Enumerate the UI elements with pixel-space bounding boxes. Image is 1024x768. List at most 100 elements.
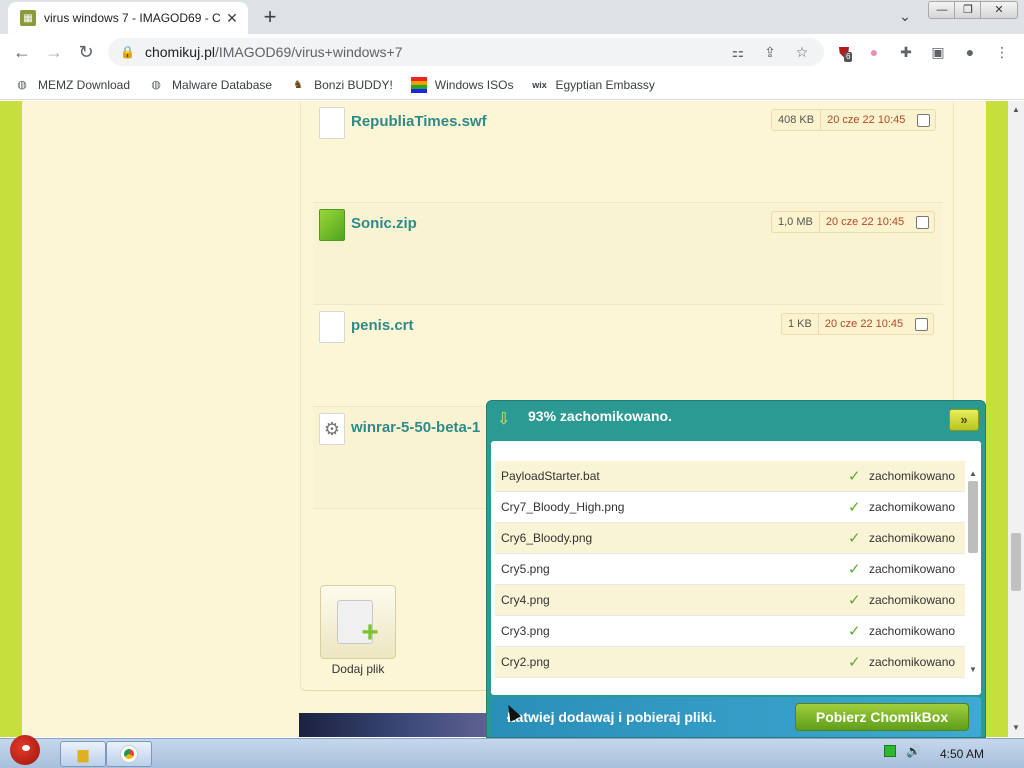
bookmark-windows-isos[interactable]: Windows ISOs [410, 76, 514, 93]
settings-file-icon: ⚙ [319, 413, 345, 445]
file-select-checkbox[interactable] [910, 212, 934, 232]
windows-flag-icon [410, 76, 427, 93]
checkmark-icon: ✓ [848, 499, 861, 516]
file-date: 20 cze 22 10:45 [827, 114, 906, 126]
tab-search-icon[interactable]: ⌄ [895, 8, 915, 28]
list-item: Cry5.png ✓ zachomikowano [495, 554, 965, 585]
globe-icon: ◍ [17, 79, 27, 91]
back-arrow-icon[interactable]: ← [10, 40, 34, 64]
promo-text: Łatwiej dodawaj i pobieraj pliki. [507, 709, 717, 725]
minimize-button[interactable]: — [928, 1, 956, 19]
document-icon [319, 107, 345, 139]
restore-button[interactable]: ❐ [954, 1, 982, 19]
checkmark-icon: ✓ [848, 468, 861, 485]
bookmark-star-icon[interactable]: ☆ [792, 42, 812, 62]
chomikuj-favicon-icon: ▦ [20, 10, 36, 26]
add-file-button[interactable]: + [320, 585, 396, 659]
side-panel-icon[interactable]: ▣ [928, 42, 948, 62]
taskbar-explorer-button[interactable]: ▆ [60, 741, 106, 767]
file-row: RepubliaTimes.swf 408 KB 20 cze 22 10:45 [313, 101, 943, 203]
checkmark-icon: ✓ [848, 530, 861, 547]
tab-title: virus windows 7 - IMAGOD69 - C [44, 11, 221, 25]
download-chomikbox-button[interactable]: Pobierz ChomikBox [795, 703, 969, 731]
item-status: zachomikowano [869, 624, 956, 638]
file-date: 20 cze 22 10:45 [825, 216, 905, 228]
bookmark-label: Malware Database [172, 77, 273, 92]
file-size: 1,0 MB [772, 212, 820, 232]
menu-kebab-icon[interactable]: ⋮ [992, 42, 1012, 62]
scrollbar-thumb[interactable] [1011, 533, 1021, 591]
item-file-name: Cry7_Bloody_High.png [501, 500, 625, 514]
page-scrollbar[interactable]: ▲ ▼ [1008, 101, 1024, 737]
file-date: 20 cze 22 10:45 [824, 318, 904, 330]
file-select-checkbox[interactable] [911, 110, 935, 130]
bookmark-egyptian-embassy[interactable]: wix Egyptian Embassy [531, 77, 655, 93]
item-status: zachomikowano [869, 562, 956, 576]
chrome-icon [121, 746, 137, 762]
file-row: Sonic.zip 1,0 MB 20 cze 22 10:45 [313, 203, 943, 305]
file-name-link[interactable]: RepubliaTimes.swf [351, 113, 487, 130]
list-item: Cry6_Bloody.png ✓ zachomikowano [495, 523, 965, 554]
bookmark-label: Windows ISOs [434, 77, 514, 92]
popup-file-list: PayloadStarter.bat ✓ zachomikowano Cry7_… [491, 441, 981, 695]
lock-icon[interactable]: 🔒 [120, 45, 135, 59]
taskbar-clock[interactable]: 4:50 AM [940, 747, 984, 761]
scrollbar-thumb[interactable] [968, 481, 978, 553]
file-row: penis.crt 1 KB 20 cze 22 10:45 [313, 305, 943, 407]
tab-strip: ▦ virus windows 7 - IMAGOD69 - C ✕ + ⌄ —… [0, 0, 1024, 34]
upload-progress-popup: ⇩ 93% zachomikowano. » PayloadStarter.ba… [486, 400, 986, 738]
scroll-down-icon[interactable]: ▼ [969, 665, 977, 674]
list-item: Cry4.png ✓ zachomikowano [495, 585, 965, 616]
url-host: chomikuj.pl [144, 44, 215, 60]
extensions-puzzle-icon[interactable]: ✚ [896, 42, 916, 62]
profile-avatar-icon[interactable]: ● [960, 42, 980, 62]
new-tab-button[interactable]: + [258, 6, 282, 30]
file-name-link[interactable]: winrar-5-50-beta-1 [351, 419, 480, 436]
item-file-name: Cry6_Bloody.png [501, 531, 593, 545]
file-select-checkbox[interactable] [909, 314, 933, 334]
bookmark-memz[interactable]: ◍ MEMZ Download [14, 77, 130, 93]
file-name-link[interactable]: penis.crt [351, 317, 414, 334]
scroll-down-icon[interactable]: ▼ [1012, 723, 1020, 732]
file-name-link[interactable]: Sonic.zip [351, 215, 417, 232]
volume-icon[interactable]: 🔊 [906, 744, 921, 758]
network-icon[interactable] [884, 745, 896, 757]
file-size: 1 KB [782, 314, 819, 334]
start-button[interactable] [4, 731, 48, 768]
extension-badge: 6 [844, 52, 853, 62]
hamster-download-icon: ⇩ [497, 411, 511, 428]
extension-flag-icon[interactable]: ● [864, 42, 884, 62]
browser-toolbar: ← → ↻ 🔒 chomikuj.pl/IMAGOD69/virus+windo… [0, 34, 1024, 70]
scroll-up-icon[interactable]: ▲ [1012, 105, 1020, 114]
item-status: zachomikowano [869, 655, 956, 669]
forward-arrow-icon[interactable]: → [42, 40, 66, 64]
list-scrollbar[interactable]: ▲ ▼ [967, 469, 979, 675]
share-icon[interactable]: ⇪ [760, 42, 780, 62]
scroll-up-icon[interactable]: ▲ [969, 469, 977, 478]
item-file-name: Cry4.png [501, 593, 550, 607]
tab-close-icon[interactable]: ✕ [224, 10, 240, 26]
extension-shield-icon[interactable]: ⛊6 [834, 42, 854, 62]
zip-icon [319, 209, 345, 241]
browser-tab[interactable]: ▦ virus windows 7 - IMAGOD69 - C ✕ [8, 2, 248, 34]
item-file-name: Cry3.png [501, 624, 550, 638]
item-status: zachomikowano [869, 593, 956, 607]
translate-icon[interactable]: ⚏ [728, 42, 748, 62]
taskbar-chrome-button[interactable] [106, 741, 152, 767]
close-window-button[interactable]: ✕ [980, 1, 1018, 19]
collapse-button[interactable]: » [949, 409, 979, 431]
bookmarks-bar: ◍ MEMZ Download ◍ Malware Database ♞ Bon… [0, 70, 1024, 100]
reload-icon[interactable]: ↻ [74, 40, 98, 64]
bookmark-bonzi-buddy[interactable]: ♞ Bonzi BUDDY! [290, 77, 393, 93]
bookmark-malware-database[interactable]: ◍ Malware Database [148, 77, 272, 93]
address-bar[interactable]: 🔒 chomikuj.pl/IMAGOD69/virus+windows+7 [108, 38, 824, 66]
bird-eye [22, 745, 30, 751]
list-item: Cry7_Bloody_High.png ✓ zachomikowano [495, 492, 965, 523]
item-file-name: Cry5.png [501, 562, 550, 576]
system-tray: 🔊 [884, 744, 921, 758]
file-size: 408 KB [772, 110, 822, 130]
item-status: zachomikowano [869, 531, 956, 545]
file-meta: 1 KB 20 cze 22 10:45 [781, 313, 935, 335]
bonzi-icon: ♞ [293, 79, 304, 91]
add-file-label: Dodaj plik [331, 662, 385, 676]
